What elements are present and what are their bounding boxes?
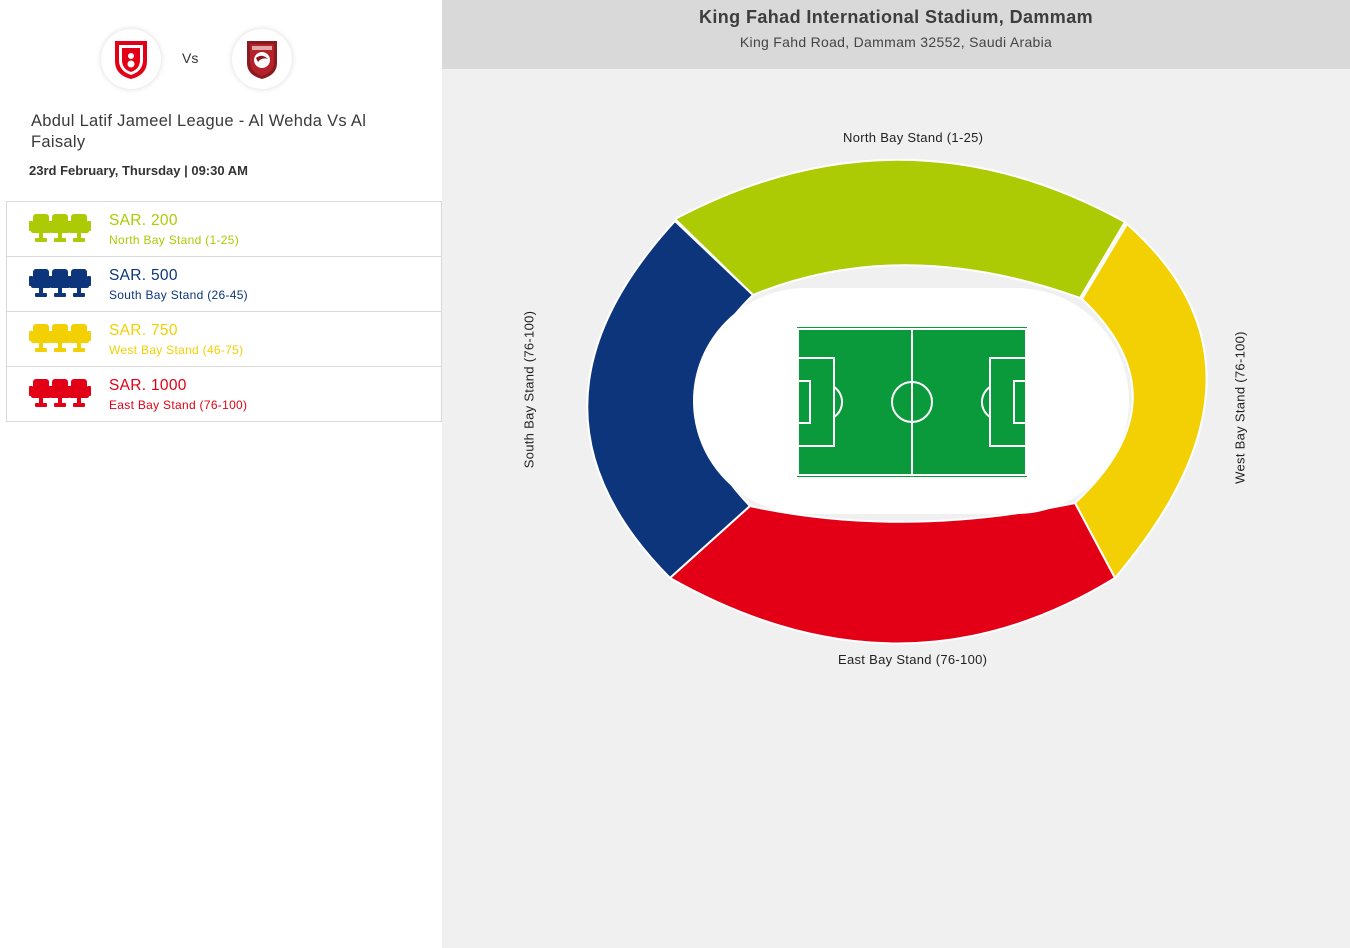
- price-amount: SAR. 500: [109, 267, 178, 284]
- price-amount: SAR. 200: [109, 212, 178, 229]
- stand-label-east: East Bay Stand (76-100): [838, 652, 988, 667]
- price-stand: North Bay Stand (1-25): [109, 233, 239, 247]
- stand-east[interactable]: [668, 501, 1117, 645]
- match-date-time: 23rd February, Thursday | 09:30 AM: [29, 163, 248, 178]
- al-faisaly-crest-icon: [247, 41, 277, 79]
- price-row-east[interactable]: SAR. 1000 East Bay Stand (76-100): [6, 366, 442, 422]
- venue-name: King Fahad International Stadium, Dammam: [698, 7, 1094, 27]
- seats-icon: [29, 269, 91, 297]
- football-pitch: [797, 327, 1027, 477]
- price-stand: South Bay Stand (26-45): [109, 288, 248, 302]
- al-wehda-crest-icon: [115, 41, 147, 79]
- seats-icon: [29, 379, 91, 407]
- away-team-logo: [232, 29, 292, 89]
- price-row-north[interactable]: SAR. 200 North Bay Stand (1-25): [6, 201, 442, 256]
- match-title: Abdul Latif Jameel League - Al Wehda Vs …: [31, 112, 367, 151]
- stand-label-north: North Bay Stand (1-25): [843, 130, 984, 145]
- stadium-map: North Bay Stand (1-25) East Bay Stand (7…: [442, 69, 1350, 948]
- price-list: SAR. 200 North Bay Stand (1-25) SAR. 500…: [6, 201, 442, 422]
- stadium-seating-chart: [586, 158, 1208, 645]
- price-row-south[interactable]: SAR. 500 South Bay Stand (26-45): [6, 256, 442, 311]
- vs-label: Vs: [182, 50, 199, 66]
- price-amount: SAR. 750: [109, 322, 178, 339]
- seats-icon: [29, 324, 91, 352]
- venue-address: King Fahd Road, Dammam 32552, Saudi Arab…: [739, 34, 1053, 50]
- venue-header: King Fahad International Stadium, Dammam…: [442, 0, 1350, 69]
- home-team-logo: [101, 29, 161, 89]
- price-stand: West Bay Stand (46-75): [109, 343, 244, 357]
- stand-north[interactable]: [673, 158, 1127, 300]
- price-row-west[interactable]: SAR. 750 West Bay Stand (46-75): [6, 311, 442, 366]
- stand-label-west: West Bay Stand (76-100): [1232, 331, 1248, 484]
- seats-icon: [29, 214, 91, 242]
- stand-label-south: South Bay Stand (76-100): [521, 310, 537, 469]
- match-panel: Vs Abdul Latif Jameel League - Al Wehda …: [0, 0, 442, 948]
- price-amount: SAR. 1000: [109, 377, 187, 394]
- price-stand: East Bay Stand (76-100): [109, 398, 248, 412]
- venue-panel: King Fahad International Stadium, Dammam…: [442, 0, 1350, 948]
